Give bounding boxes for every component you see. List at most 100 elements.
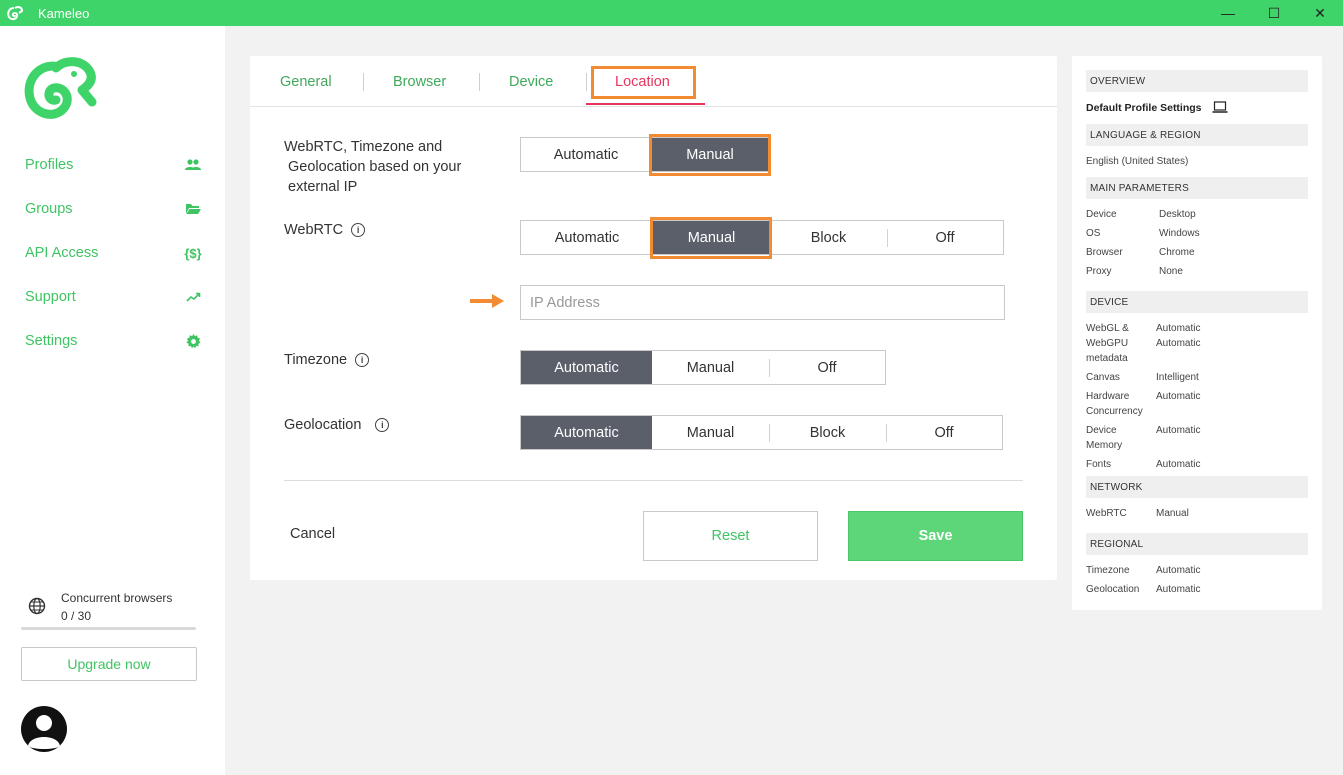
- upgrade-now-button[interactable]: Upgrade now: [21, 647, 197, 681]
- concurrent-browsers: Concurrent browsers 0 / 30: [28, 589, 198, 625]
- sidebar-item-label: API Access: [25, 245, 99, 261]
- external-ip-automatic-option[interactable]: Automatic: [521, 138, 651, 171]
- concurrent-browsers-label: Concurrent browsers: [61, 591, 173, 605]
- param-key: Browser: [1086, 247, 1123, 258]
- webrtc-toggle: Automatic Manual Block Off: [520, 220, 1004, 255]
- param-key: Device Memory: [1086, 423, 1122, 453]
- param-value: Automatic: [1156, 565, 1201, 576]
- webrtc-manual-option[interactable]: Manual: [653, 221, 770, 254]
- sidebar-item-label: Profiles: [25, 157, 74, 173]
- external-ip-label-line: external IP: [288, 179, 358, 195]
- param-key-line: Memory: [1086, 440, 1123, 451]
- timezone-label: Timezone i: [284, 350, 370, 370]
- tab-separator: [363, 73, 364, 91]
- param-value-line: Automatic: [1156, 338, 1201, 349]
- geolocation-toggle: Automatic Manual Block Off: [520, 415, 1003, 450]
- param-key-line: Device: [1086, 425, 1117, 436]
- geolocation-block-option[interactable]: Block: [769, 416, 886, 449]
- param-key: Fonts: [1086, 459, 1112, 470]
- param-key: Proxy: [1086, 266, 1112, 277]
- external-ip-label: WebRTC, Timezone and Geolocation based o…: [284, 137, 484, 197]
- param-value: Automatic Automatic: [1156, 321, 1200, 351]
- info-icon[interactable]: i: [355, 353, 370, 367]
- param-key-line: WebGPU: [1086, 338, 1129, 349]
- users-icon: [184, 156, 202, 174]
- geolocation-label-text: Geolocation: [284, 417, 362, 433]
- param-value: Manual: [1156, 508, 1189, 519]
- param-key: OS: [1086, 228, 1101, 239]
- sidebar-item-support[interactable]: Support: [25, 275, 202, 319]
- concurrent-browsers-progress: [21, 627, 196, 630]
- gear-icon: [184, 332, 202, 350]
- concurrent-browsers-count: 0 / 30: [61, 609, 92, 623]
- param-key: Geolocation: [1086, 584, 1140, 595]
- param-value: Intelligent: [1156, 372, 1199, 383]
- sidebar-item-settings[interactable]: Settings: [25, 319, 202, 363]
- cancel-button[interactable]: Cancel: [290, 526, 335, 542]
- timezone-toggle: Automatic Manual Off: [520, 350, 886, 385]
- folder-icon: [184, 200, 202, 218]
- webrtc-block-option[interactable]: Block: [770, 221, 887, 254]
- sidebar-item-label: Support: [25, 289, 76, 305]
- geolocation-manual-option[interactable]: Manual: [652, 416, 769, 449]
- minimize-button[interactable]: —: [1205, 0, 1251, 26]
- sidebar-item-label: Settings: [25, 333, 78, 349]
- tab-separator: [586, 73, 587, 91]
- timezone-automatic-option[interactable]: Automatic: [521, 351, 652, 384]
- trending-up-icon: [184, 288, 202, 306]
- param-value-line: Automatic: [1156, 323, 1201, 334]
- webrtc-label: WebRTC i: [284, 220, 366, 240]
- settings-tabs: General Browser Device Location: [250, 56, 1057, 107]
- sidebar: Profiles Groups API Access {$} Support S…: [0, 26, 225, 775]
- location-tab-highlight: [591, 66, 696, 99]
- param-value: Automatic: [1156, 584, 1201, 595]
- braces-icon: {$}: [184, 245, 202, 261]
- webrtc-off-option[interactable]: Off: [887, 221, 1003, 254]
- webrtc-automatic-option[interactable]: Automatic: [521, 221, 653, 254]
- save-button[interactable]: Save: [848, 511, 1023, 561]
- language-value: English (United States): [1086, 156, 1189, 167]
- param-key-line: Hardware: [1086, 391, 1130, 402]
- active-tab-underline: [586, 103, 705, 105]
- profile-settings-card: General Browser Device Location WebRTC, …: [250, 56, 1057, 580]
- timezone-manual-option[interactable]: Manual: [652, 351, 769, 384]
- webrtc-label-text: WebRTC: [284, 222, 344, 238]
- main-parameters-header: MAIN PARAMETERS: [1086, 177, 1308, 199]
- close-button[interactable]: ✕: [1297, 0, 1343, 26]
- external-ip-manual-option[interactable]: Manual: [650, 138, 769, 171]
- sidebar-item-label: Groups: [25, 201, 73, 217]
- sidebar-item-groups[interactable]: Groups: [25, 187, 202, 231]
- external-ip-label-line: Geolocation based on your: [288, 159, 462, 175]
- network-header: NETWORK: [1086, 476, 1308, 498]
- tab-device[interactable]: Device: [509, 74, 553, 90]
- title-bar: Kameleo — ☐ ✕: [0, 0, 1343, 26]
- external-ip-toggle: Automatic Manual: [520, 137, 770, 172]
- param-key: Canvas: [1086, 372, 1120, 383]
- globe-icon: [28, 597, 48, 625]
- param-key-line: WebGL &: [1086, 323, 1129, 334]
- language-region-header: LANGUAGE & REGION: [1086, 124, 1308, 146]
- param-value: Chrome: [1159, 247, 1195, 258]
- geolocation-off-option[interactable]: Off: [886, 416, 1002, 449]
- param-value: Automatic: [1156, 391, 1201, 402]
- overview-panel: OVERVIEW Default Profile Settings LANGUA…: [1072, 56, 1322, 610]
- divider: [284, 480, 1023, 481]
- param-key: Timezone: [1086, 565, 1130, 576]
- profile-name: Default Profile Settings: [1086, 101, 1228, 118]
- tab-browser[interactable]: Browser: [393, 74, 446, 90]
- tab-general[interactable]: General: [280, 74, 332, 90]
- reset-button[interactable]: Reset: [643, 511, 818, 561]
- profile-name-text: Default Profile Settings: [1086, 102, 1202, 114]
- avatar[interactable]: [21, 706, 67, 752]
- overview-header: OVERVIEW: [1086, 70, 1308, 92]
- timezone-off-option[interactable]: Off: [769, 351, 885, 384]
- info-icon[interactable]: i: [375, 418, 390, 432]
- maximize-button[interactable]: ☐: [1251, 0, 1297, 26]
- laptop-icon: [1212, 101, 1228, 118]
- sidebar-item-api-access[interactable]: API Access {$}: [25, 231, 202, 275]
- sidebar-nav: Profiles Groups API Access {$} Support S…: [25, 143, 202, 363]
- ip-address-input[interactable]: [520, 285, 1005, 320]
- geolocation-automatic-option[interactable]: Automatic: [521, 416, 652, 449]
- info-icon[interactable]: i: [351, 223, 366, 237]
- sidebar-item-profiles[interactable]: Profiles: [25, 143, 202, 187]
